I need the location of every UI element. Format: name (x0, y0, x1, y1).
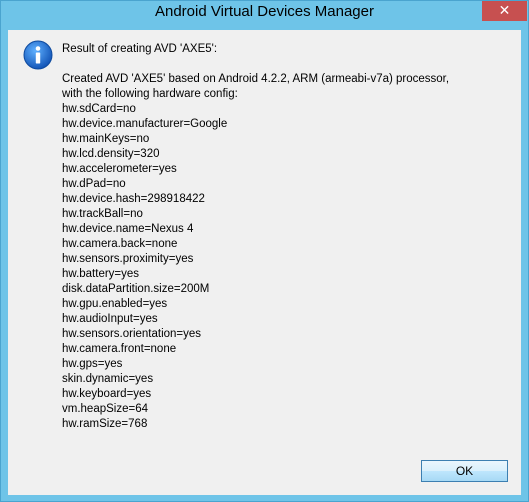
window-title: Android Virtual Devices Manager (154, 3, 374, 20)
config-line: hw.camera.back=none (62, 238, 178, 250)
config-line: vm.heapSize=64 (62, 403, 148, 415)
dialog-content: Result of creating AVD 'AXE5': Created A… (8, 30, 521, 495)
config-line: hw.audioInput=yes (62, 313, 158, 325)
config-line: hw.dPad=no (62, 178, 126, 190)
info-icon (23, 40, 53, 70)
config-line: hw.lcd.density=320 (62, 148, 160, 160)
config-list: hw.sdCard=no hw.device.manufacturer=Googl… (62, 102, 517, 432)
config-line: hw.sensors.proximity=yes (62, 253, 194, 265)
summary-line-1: Created AVD 'AXE5' based on Android 4.2.… (62, 73, 450, 85)
config-line: hw.sdCard=no (62, 103, 136, 115)
dialog-window: Android Virtual Devices Manager ✕ Result… (0, 0, 529, 502)
ok-button[interactable]: OK (421, 460, 508, 482)
config-line: hw.battery=yes (62, 268, 140, 280)
config-line: hw.device.name=Nexus 4 (62, 223, 194, 235)
close-icon: ✕ (498, 2, 511, 18)
config-line: hw.gpu.enabled=yes (62, 298, 168, 310)
title-bar[interactable]: Android Virtual Devices Manager ✕ (1, 1, 528, 23)
config-line: hw.trackBall=no (62, 208, 143, 220)
summary-line-2: with the following hardware config: (62, 88, 238, 100)
config-line: hw.device.manufacturer=Google (62, 118, 228, 130)
config-line: hw.gps=yes (62, 358, 123, 370)
config-line: hw.mainKeys=no (62, 133, 150, 145)
config-line: hw.camera.front=none (62, 343, 177, 355)
message-heading: Result of creating AVD 'AXE5': (62, 43, 218, 55)
config-line: hw.keyboard=yes (62, 388, 152, 400)
config-line: hw.device.hash=298918422 (62, 193, 205, 205)
message-body: Result of creating AVD 'AXE5': Created A… (62, 42, 517, 432)
config-line: disk.dataPartition.size=200M (62, 283, 210, 295)
config-line: hw.accelerometer=yes (62, 163, 177, 175)
config-line: skin.dynamic=yes (62, 373, 154, 385)
config-line: hw.ramSize=768 (62, 418, 148, 430)
config-line: hw.sensors.orientation=yes (62, 328, 202, 340)
close-button[interactable]: ✕ (482, 1, 527, 21)
